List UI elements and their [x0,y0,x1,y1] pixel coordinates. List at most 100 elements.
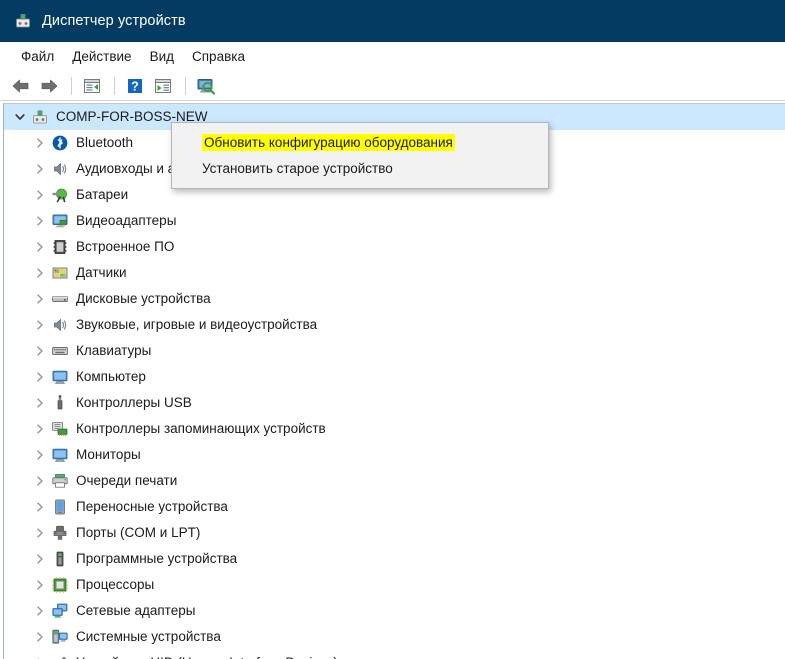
speaker-icon [51,160,69,178]
menu-action[interactable]: Действие [63,46,140,67]
tree-item-sound-video-game-controllers[interactable]: Звуковые, игровые и видеоустройства [4,312,785,338]
tree-item-label: Bluetooth [76,135,134,151]
properties-icon[interactable] [150,74,176,98]
menu-file[interactable]: Файл [12,46,63,67]
tree-item-network-adapters[interactable]: Сетевые адаптеры [4,598,785,624]
tree-item-label: Компьютер [76,369,146,385]
chevron-right-icon[interactable] [32,421,48,437]
tree-item-print-queues[interactable]: Очереди печати [4,468,785,494]
window-title: Диспетчер устройств [42,13,186,29]
tree-item-label: Контроллеры USB [76,395,192,411]
chevron-right-icon[interactable] [32,135,48,151]
chevron-right-icon[interactable] [32,603,48,619]
firmware-icon [51,238,69,256]
chevron-right-icon[interactable] [32,499,48,515]
chevron-right-icon[interactable] [32,525,48,541]
context-menu-item-scan-hardware-changes[interactable]: Обновить конфигурацию оборудования [172,129,548,155]
chevron-right-icon[interactable] [32,317,48,333]
context-menu-item-label: Обновить конфигурацию оборудования [202,133,455,151]
context-menu-item-add-legacy-hardware[interactable]: Установить старое устройство [172,155,548,181]
toolbar: ? [0,71,785,101]
storage-controller-icon [51,420,69,438]
tree-item-disk-drives[interactable]: Дисковые устройства [4,286,785,312]
sound-video-game-icon [51,316,69,334]
keyboard-icon [51,342,69,360]
tree-item-label: Очереди печати [76,473,178,489]
sensors-icon [51,264,69,282]
toolbar-separator [71,76,72,95]
tree-item-display-adapters[interactable]: Видеоадаптеры [4,208,785,234]
tree-item-ports[interactable]: Порты (COM и LPT) [4,520,785,546]
chevron-down-icon[interactable] [12,109,28,125]
display-adapter-icon [51,212,69,230]
context-menu[interactable]: Обновить конфигурацию оборудования Устан… [171,122,549,189]
chevron-right-icon[interactable] [32,187,48,203]
tree-item-label: Программные устройства [76,551,238,567]
tree-item-label: Мониторы [76,447,141,463]
tree-item-label: Батареи [76,187,129,203]
tree-item-hid-devices[interactable]: Устройства HID (Human Interface Devices) [4,650,785,659]
chevron-right-icon[interactable] [32,577,48,593]
tree-item-label: Дисковые устройства [76,291,211,307]
tree-item-label: Системные устройства [76,629,221,645]
tree-item-software-devices[interactable]: Программные устройства [4,546,785,572]
tree-item-usb-controllers[interactable]: Контроллеры USB [4,390,785,416]
tree-item-label: Звуковые, игровые и видеоустройства [76,317,318,333]
tree-item-storage-controllers[interactable]: Контроллеры запоминающих устройств [4,416,785,442]
tree-item-label: Встроенное ПО [76,239,175,255]
tree-item-label: Видеоадаптеры [76,213,177,229]
context-menu-item-label: Установить старое устройство [202,160,393,176]
device-manager-icon [14,12,32,30]
scan-hardware-changes-icon[interactable] [193,74,219,98]
printer-icon [51,472,69,490]
tree-item-portable-devices[interactable]: Переносные устройства [4,494,785,520]
chevron-right-icon[interactable] [32,473,48,489]
tree-item-monitors[interactable]: Мониторы [4,442,785,468]
bluetooth-icon [51,134,69,152]
menu-view[interactable]: Вид [141,46,183,67]
chevron-right-icon[interactable] [32,395,48,411]
chevron-right-icon[interactable] [32,343,48,359]
hid-device-icon [51,654,69,659]
tree-item-label: Датчики [76,265,127,281]
toolbar-separator [185,76,186,95]
tree-item-keyboards[interactable]: Клавиатуры [4,338,785,364]
show-hide-console-tree-icon[interactable] [79,74,105,98]
chevron-right-icon[interactable] [32,213,48,229]
help-question-icon[interactable]: ? [122,74,148,98]
tree-item-sensors[interactable]: Датчики [4,260,785,286]
monitor-icon [51,446,69,464]
menu-help[interactable]: Справка [183,46,254,67]
chevron-right-icon[interactable] [32,369,48,385]
tree-item-label: Контроллеры запоминающих устройств [76,421,326,437]
chevron-right-icon[interactable] [32,265,48,281]
title-bar: Диспетчер устройств [0,0,785,42]
tree-item-computer[interactable]: Компьютер [4,364,785,390]
usb-controller-icon [51,394,69,412]
menu-bar: Файл Действие Вид Справка [0,42,785,71]
chevron-right-icon[interactable] [32,291,48,307]
chevron-right-icon[interactable] [32,655,48,659]
processor-icon [51,576,69,594]
back-arrow-icon[interactable] [8,74,34,98]
chevron-right-icon[interactable] [32,161,48,177]
tree-item-processors[interactable]: Процессоры [4,572,785,598]
forward-arrow-icon[interactable] [36,74,62,98]
chevron-right-icon[interactable] [32,239,48,255]
toolbar-separator [114,76,115,95]
tree-item-system-devices[interactable]: Системные устройства [4,624,785,650]
tree-item-label: Сетевые адаптеры [76,603,196,619]
software-device-icon [51,550,69,568]
network-adapter-icon [51,602,69,620]
system-device-icon [51,628,69,646]
chevron-right-icon[interactable] [32,447,48,463]
tree-item-label: Клавиатуры [76,343,152,359]
battery-icon [51,186,69,204]
computer-node-icon [31,108,49,126]
tree-item-label: Процессоры [76,577,155,593]
chevron-right-icon[interactable] [32,551,48,567]
ports-icon [51,524,69,542]
chevron-right-icon[interactable] [32,629,48,645]
portable-device-icon [51,498,69,516]
tree-item-firmware[interactable]: Встроенное ПО [4,234,785,260]
